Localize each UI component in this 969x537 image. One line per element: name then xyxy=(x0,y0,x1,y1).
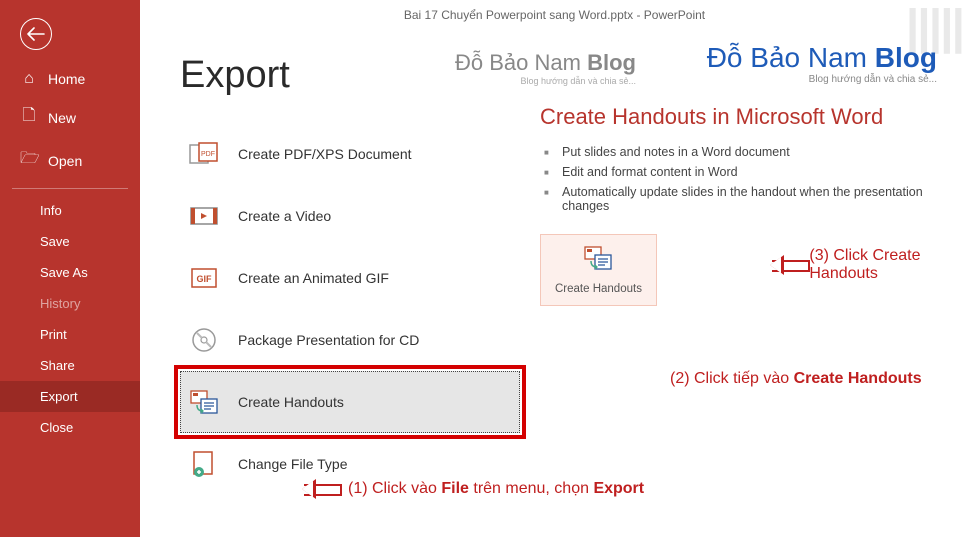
divider xyxy=(12,188,128,189)
pdf-icon: PDF xyxy=(188,141,220,167)
export-handouts[interactable]: Create Handouts xyxy=(180,371,520,433)
nav-export[interactable]: Export xyxy=(0,381,140,412)
main-panel: ||||| Bai 17 Chuyển Powerpoint sang Word… xyxy=(140,0,969,537)
nav-info[interactable]: Info xyxy=(0,195,140,226)
export-pdf-xps[interactable]: PDF Create PDF/XPS Document xyxy=(180,123,520,185)
nav-save-as[interactable]: Save As xyxy=(0,257,140,288)
arrow-left-icon xyxy=(760,256,803,274)
arrow-left-icon xyxy=(292,480,342,498)
nav-open[interactable]: 🗁Open xyxy=(0,139,140,182)
handouts-icon xyxy=(188,389,220,415)
annotation-step-3: (3) Click Create Handouts xyxy=(760,247,969,283)
export-cd[interactable]: Package Presentation for CD xyxy=(180,309,520,371)
export-gif[interactable]: GIF Create an Animated GIF xyxy=(180,247,520,309)
create-handouts-button[interactable]: Create Handouts xyxy=(540,234,657,306)
file-menu-sidebar: ⌂Home 🗋New 🗁Open Info Save Save As Histo… xyxy=(0,0,140,537)
handouts-icon xyxy=(583,245,613,277)
nav-share[interactable]: Share xyxy=(0,350,140,381)
gif-icon: GIF xyxy=(188,265,220,291)
new-icon: 🗋 xyxy=(20,104,38,131)
brand-logo-mid: Đỗ Bảo Nam Blog Blog hướng dẫn và chia s… xyxy=(455,50,636,86)
svg-text:PDF: PDF xyxy=(201,151,215,158)
export-options-list: PDF Create PDF/XPS Document Create a Vid… xyxy=(180,123,520,495)
bullet-item: Put slides and notes in a Word document xyxy=(540,142,939,162)
bullet-item: Edit and format content in Word xyxy=(540,162,939,182)
nav-history[interactable]: History xyxy=(0,288,140,319)
export-video[interactable]: Create a Video xyxy=(180,185,520,247)
nav-new[interactable]: 🗋New xyxy=(0,96,140,139)
cd-icon xyxy=(188,327,220,353)
video-icon xyxy=(188,203,220,229)
annotation-step-2: (2) Click tiếp vào Create Handouts xyxy=(670,370,922,388)
annotation-step-1: (1) Click vào File trên menu, chọn Expor… xyxy=(292,480,644,498)
bullet-item: Automatically update slides in the hando… xyxy=(540,182,939,216)
detail-bullets: Put slides and notes in a Word document … xyxy=(540,142,939,216)
change-filetype-icon xyxy=(188,451,220,477)
nav-home[interactable]: ⌂Home xyxy=(0,62,140,96)
back-button[interactable] xyxy=(20,18,52,50)
detail-title: Create Handouts in Microsoft Word xyxy=(540,104,939,130)
nav-save[interactable]: Save xyxy=(0,226,140,257)
open-icon: 🗁 xyxy=(20,147,38,174)
arrow-left-icon xyxy=(27,27,45,41)
nav-print[interactable]: Print xyxy=(0,319,140,350)
window-title: Bai 17 Chuyển Powerpoint sang Word.pptx … xyxy=(140,0,969,26)
home-icon: ⌂ xyxy=(20,70,38,88)
svg-text:GIF: GIF xyxy=(197,274,213,284)
brand-logo-top: Đỗ Bảo Nam Blog Blog hướng dẫn và chia s… xyxy=(707,42,937,85)
nav-close[interactable]: Close xyxy=(0,412,140,443)
